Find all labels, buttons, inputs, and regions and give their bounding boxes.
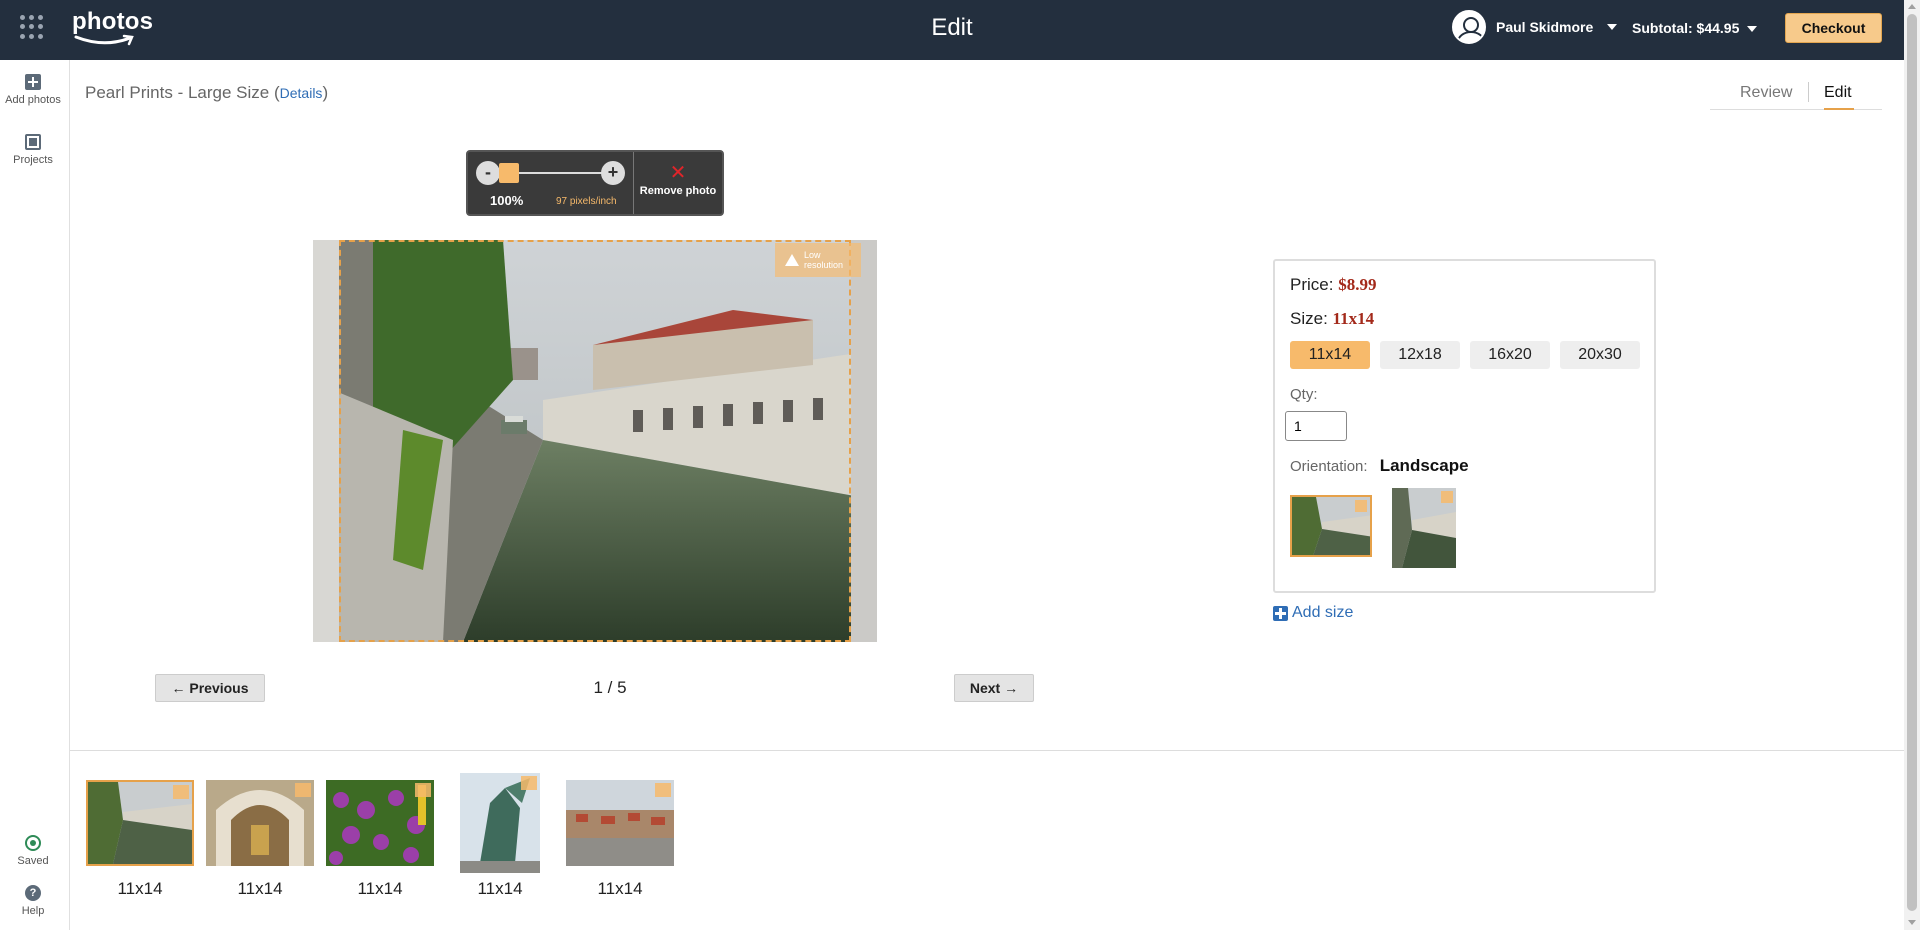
zoom-level: 100% xyxy=(490,193,524,208)
filmstrip-photo-1[interactable] xyxy=(86,780,194,866)
size-label: Size: xyxy=(1290,309,1328,328)
previous-button[interactable]: ← Previous xyxy=(155,674,265,702)
orientation-portrait-option[interactable] xyxy=(1392,488,1456,568)
orientation-row: Orientation: Landscape xyxy=(1290,456,1469,476)
size-option-11x14[interactable]: 11x14 xyxy=(1290,341,1370,369)
page-title: Edit xyxy=(931,14,973,41)
filmstrip-size-label: 11x14 xyxy=(117,879,163,898)
apps-grid-icon[interactable] xyxy=(20,15,44,39)
filmstrip-size-label: 11x14 xyxy=(597,879,643,898)
warning-icon xyxy=(785,254,799,266)
sidebar-item-saved: Saved xyxy=(0,835,66,867)
orientation-landscape-option[interactable] xyxy=(1290,495,1372,557)
sidebar-item-label: Help xyxy=(21,905,45,917)
zoom-out-button[interactable]: - xyxy=(476,161,500,185)
crop-shade-right xyxy=(851,240,877,642)
size-option-16x20[interactable]: 16x20 xyxy=(1470,341,1550,369)
remove-x-icon: ✕ xyxy=(669,162,687,184)
add-photo-icon xyxy=(25,74,41,90)
tab-review[interactable]: Review xyxy=(1740,84,1792,102)
sidebar-item-label: Projects xyxy=(13,154,53,166)
filmstrip-size-label: 11x14 xyxy=(477,879,523,898)
photo-canvas[interactable]: Low resolution xyxy=(313,240,877,642)
chevron-down-icon xyxy=(1607,24,1618,30)
view-tabs: Review Edit xyxy=(1710,82,1882,110)
vertical-scrollbar[interactable] xyxy=(1904,0,1920,930)
top-bar: photos Edit Paul Skidmore Subtotal: $44.… xyxy=(0,0,1904,60)
low-resolution-label: Low resolution xyxy=(804,250,844,270)
scrollbar-thumb[interactable] xyxy=(1907,14,1917,911)
orientation-label: Orientation: xyxy=(1290,458,1368,475)
filmstrip-photo-5[interactable] xyxy=(566,780,674,866)
warning-icon xyxy=(173,785,189,799)
help-icon: ? xyxy=(25,885,41,901)
size-row: Size: 11x14 xyxy=(1290,309,1374,329)
warning-icon xyxy=(655,783,671,797)
user-name: Paul Skidmore xyxy=(1496,19,1594,35)
warning-icon xyxy=(1355,500,1367,512)
subtotal-text: Subtotal: $44.95 xyxy=(1632,20,1740,36)
low-resolution-badge: Low resolution xyxy=(775,243,861,277)
warning-icon xyxy=(521,776,537,790)
checkout-button[interactable]: Checkout xyxy=(1785,13,1882,43)
avatar-icon xyxy=(1452,10,1486,44)
sidebar-item-help[interactable]: ? Help xyxy=(0,885,66,917)
size-option-20x30[interactable]: 20x30 xyxy=(1560,341,1640,369)
sidebar-item-label: Add photos xyxy=(5,94,61,106)
remove-photo-button[interactable]: ✕ Remove photo xyxy=(634,152,722,214)
size-value: 11x14 xyxy=(1332,309,1375,328)
sidebar-item-label: Saved xyxy=(17,855,49,867)
next-button[interactable]: Next → xyxy=(954,674,1034,702)
tab-divider xyxy=(1808,82,1809,102)
zoom-slider-handle[interactable] xyxy=(498,163,519,183)
sidebar: Add photos Projects Saved ? Help xyxy=(0,60,70,930)
project-title: Pearl Prints - Large Size (Details) xyxy=(85,83,329,102)
filmstrip-size-label: 11x14 xyxy=(237,879,283,898)
user-menu[interactable]: Paul Skidmore xyxy=(1452,10,1618,44)
add-size-label: Add size xyxy=(1292,604,1354,621)
price-row: Price: $8.99 xyxy=(1290,275,1376,295)
saved-status-icon xyxy=(25,835,41,851)
warning-icon xyxy=(415,783,431,797)
tab-edit[interactable]: Edit xyxy=(1824,84,1852,102)
warning-icon xyxy=(295,783,311,797)
sidebar-item-add-photos[interactable]: Add photos xyxy=(0,74,66,106)
logo-text: photos xyxy=(72,8,154,35)
chevron-down-icon xyxy=(1747,26,1758,33)
warning-icon xyxy=(1441,491,1453,503)
price-label: Price: xyxy=(1290,275,1334,294)
zoom-in-button[interactable]: + xyxy=(601,161,625,185)
photo-edit-toolbar: - + 100% 97 pixels/inch ✕ Remove photo xyxy=(466,150,724,216)
scroll-down-arrow-icon[interactable] xyxy=(1908,920,1916,925)
print-resolution: 97 pixels/inch xyxy=(556,196,617,207)
sidebar-item-projects[interactable]: Projects xyxy=(0,134,66,166)
page-indicator: 1 / 5 xyxy=(593,678,627,697)
projects-icon xyxy=(25,134,41,150)
filmstrip-photo-3[interactable] xyxy=(326,780,434,866)
price-value: $8.99 xyxy=(1338,275,1377,294)
orientation-value: Landscape xyxy=(1379,456,1469,475)
project-name: Pearl Prints - Large Size xyxy=(85,83,270,102)
print-options-panel: Price: $8.99 Size: 11x14 11x14 12x18 16x… xyxy=(1273,259,1656,593)
details-link[interactable]: Details xyxy=(280,85,323,101)
qty-label: Qty: xyxy=(1290,386,1318,403)
smile-arrow-icon xyxy=(74,34,134,46)
crop-frame[interactable] xyxy=(339,240,851,642)
filmstrip-size-label: 11x14 xyxy=(357,879,403,898)
photos-logo[interactable]: photos xyxy=(72,8,153,48)
filmstrip-photo-4[interactable] xyxy=(460,773,540,873)
crop-shade-left xyxy=(313,240,339,642)
plus-icon xyxy=(1273,605,1288,621)
subtotal-menu[interactable]: Subtotal: $44.95 xyxy=(1632,20,1758,36)
remove-photo-label: Remove photo xyxy=(639,185,717,197)
scroll-up-arrow-icon[interactable] xyxy=(1908,4,1916,9)
filmstrip-divider xyxy=(70,750,1904,751)
add-size-button[interactable]: Add size xyxy=(1273,604,1353,622)
active-tab-indicator xyxy=(1824,108,1854,110)
size-option-12x18[interactable]: 12x18 xyxy=(1380,341,1460,369)
quantity-input[interactable] xyxy=(1285,411,1347,441)
filmstrip-photo-2[interactable] xyxy=(206,780,314,866)
